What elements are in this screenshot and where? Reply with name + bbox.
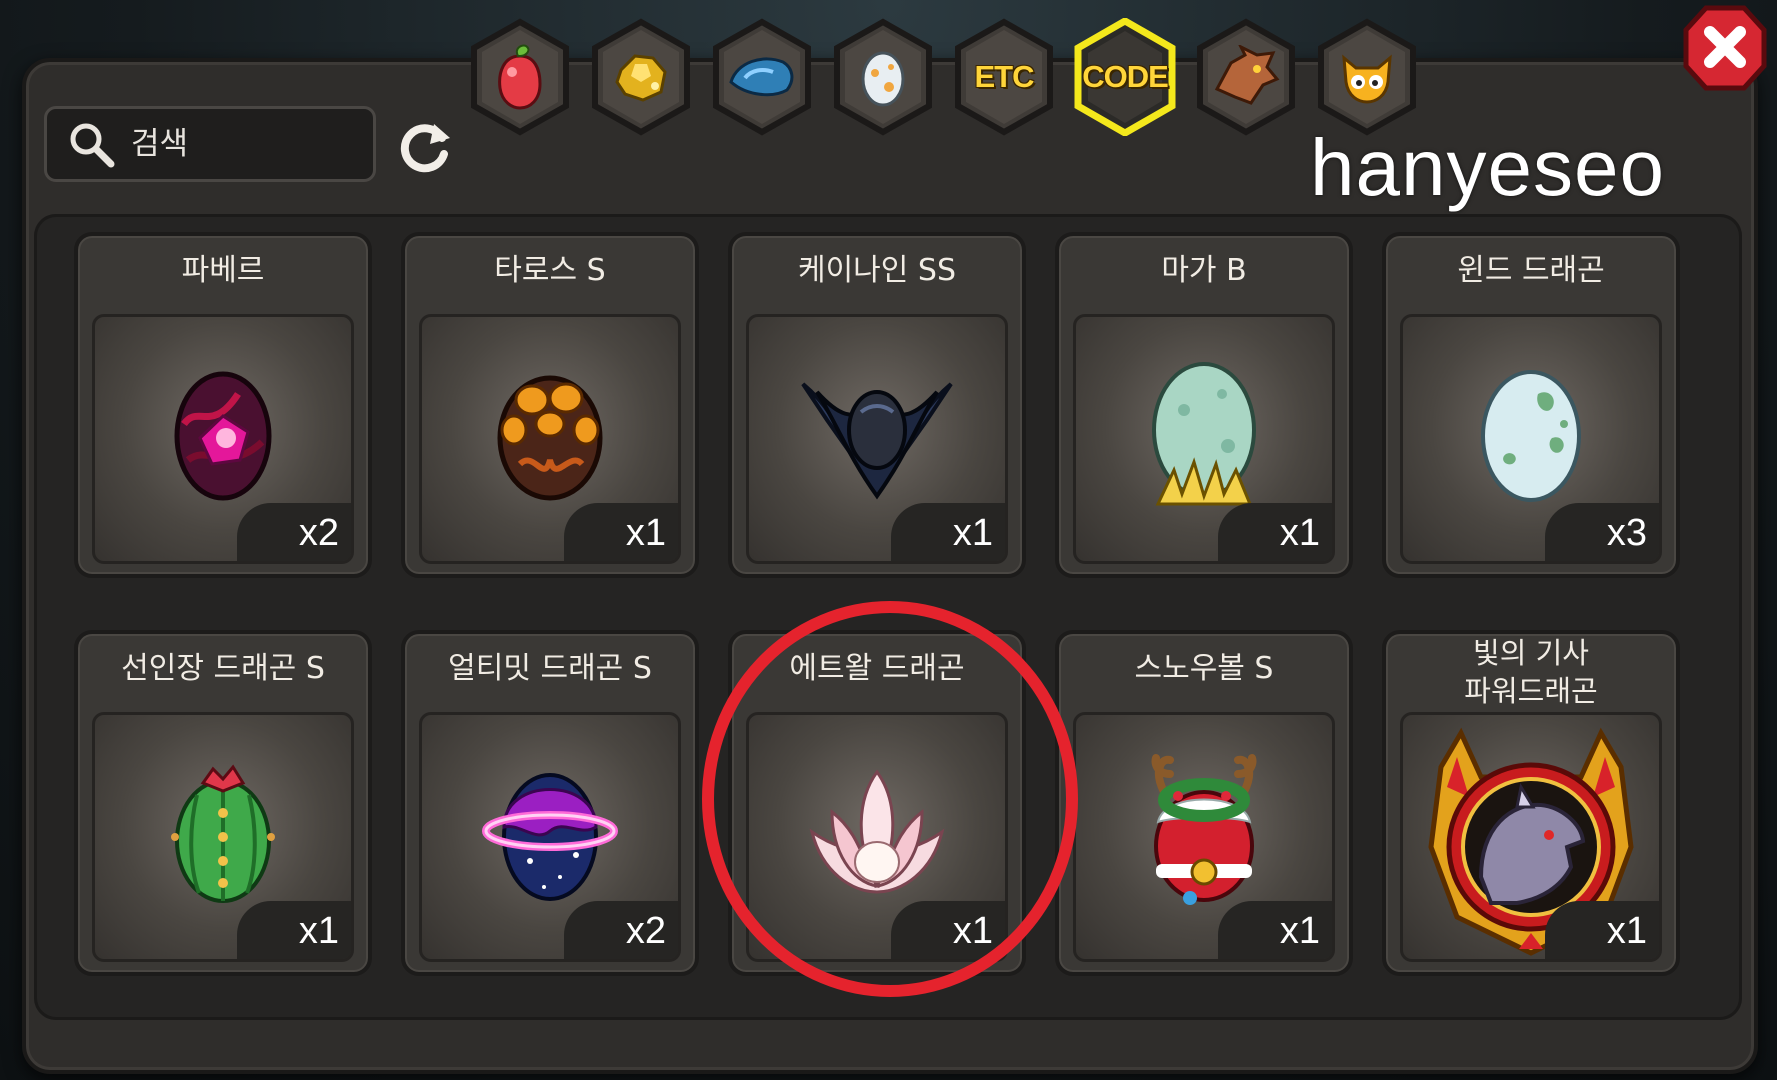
egg-icon bbox=[861, 51, 905, 107]
item-card[interactable]: 선인장 드래곤 S x1 bbox=[74, 630, 372, 976]
item-quantity: x1 bbox=[1545, 901, 1659, 959]
mascot-icon bbox=[1342, 54, 1392, 104]
item-quantity: x1 bbox=[564, 503, 678, 561]
item-card[interactable]: 윈드 드래곤 x3 bbox=[1382, 232, 1680, 578]
tab-code[interactable]: CODE bbox=[1073, 18, 1177, 136]
item-quantity: x2 bbox=[237, 503, 351, 561]
tab-code-label: CODE bbox=[1082, 59, 1169, 94]
tab-scale[interactable] bbox=[710, 18, 814, 136]
item-name: 타로스 S bbox=[494, 253, 606, 288]
close-button[interactable] bbox=[1682, 4, 1768, 92]
item-card[interactable]: 마가 B x1 bbox=[1055, 232, 1353, 578]
search-input[interactable] bbox=[129, 125, 353, 163]
item-quantity: x1 bbox=[891, 901, 1005, 959]
tab-etc-label: ETC bbox=[974, 59, 1035, 94]
item-quantity: x1 bbox=[1218, 901, 1332, 959]
close-icon bbox=[1683, 5, 1767, 91]
dragon-head-icon bbox=[1214, 45, 1280, 105]
gold-ore-icon bbox=[615, 54, 667, 102]
item-card[interactable]: 파베르 x2 bbox=[74, 232, 372, 578]
search-box bbox=[44, 106, 376, 182]
tab-dragon[interactable] bbox=[1194, 18, 1298, 136]
search-icon bbox=[70, 123, 115, 168]
item-name: 빛의 기사 파워드래곤 bbox=[1386, 634, 1676, 710]
item-name: 스노우볼 S bbox=[1134, 651, 1274, 686]
dark-pink-egg-icon bbox=[174, 371, 272, 501]
category-tabs: ETC CODE bbox=[468, 18, 1419, 148]
item-card[interactable]: 빛의 기사 파워드래곤 x1 bbox=[1382, 630, 1680, 976]
tab-egg[interactable] bbox=[831, 18, 935, 136]
item-name-line: 빛의 기사 bbox=[1473, 636, 1589, 670]
item-image-frame: x1 bbox=[419, 314, 681, 564]
dragon-scale-icon bbox=[729, 57, 794, 97]
item-name-line: 파워드래곤 bbox=[1464, 674, 1598, 708]
refresh-icon bbox=[400, 124, 450, 173]
item-image-frame: x1 bbox=[92, 712, 354, 962]
item-card[interactable]: 스노우볼 S x1 bbox=[1055, 630, 1353, 976]
refresh-button[interactable] bbox=[394, 116, 456, 178]
lotus-egg-icon bbox=[809, 769, 945, 894]
item-quantity: x3 bbox=[1545, 503, 1659, 561]
dark-winged-egg-icon bbox=[801, 382, 953, 500]
item-name: 선인장 드래곤 S bbox=[121, 651, 325, 686]
cactus-egg-icon bbox=[171, 764, 275, 904]
fruit-icon bbox=[498, 44, 542, 110]
item-name: 윈드 드래곤 bbox=[1457, 253, 1605, 288]
item-image-frame: x1 bbox=[1073, 314, 1335, 564]
item-image-frame: x1 bbox=[746, 712, 1008, 962]
item-image-frame: x2 bbox=[419, 712, 681, 962]
watermark-text: hanyeseo bbox=[1310, 123, 1665, 212]
item-name: 얼티밋 드래곤 S bbox=[448, 651, 652, 686]
item-quantity: x2 bbox=[564, 901, 678, 959]
item-name: 마가 B bbox=[1161, 253, 1247, 288]
item-image-frame: x1 bbox=[746, 314, 1008, 564]
item-image-frame: x2 bbox=[92, 314, 354, 564]
mint-egg-with-grass-icon bbox=[1152, 362, 1256, 506]
tab-fruit[interactable] bbox=[468, 18, 572, 136]
item-quantity: x1 bbox=[237, 901, 351, 959]
tab-gold[interactable] bbox=[589, 18, 693, 136]
item-name: 파베르 bbox=[181, 253, 265, 288]
planet-ring-egg-icon bbox=[482, 773, 618, 902]
item-quantity: x1 bbox=[1218, 503, 1332, 561]
item-card[interactable]: 얼티밋 드래곤 S x2 bbox=[401, 630, 699, 976]
item-image-frame: x1 bbox=[1073, 712, 1335, 962]
orange-spotted-egg-icon bbox=[497, 375, 603, 501]
item-image-frame: x3 bbox=[1400, 314, 1662, 564]
item-card[interactable]: 에트왈 드래곤 x1 bbox=[728, 630, 1026, 976]
item-image-frame: x1 bbox=[1400, 712, 1662, 962]
pale-green-spotted-egg-icon bbox=[1481, 370, 1581, 503]
item-name: 에트왈 드래곤 bbox=[789, 651, 965, 686]
item-quantity: x1 bbox=[891, 503, 1005, 561]
item-card[interactable]: 타로스 S x1 bbox=[401, 232, 699, 578]
item-card[interactable]: 케이나인 SS x1 bbox=[728, 232, 1026, 578]
snowball-reindeer-egg-icon bbox=[1151, 754, 1257, 906]
tab-mascot[interactable] bbox=[1315, 18, 1419, 136]
item-name: 케이나인 SS bbox=[797, 253, 957, 288]
tab-etc[interactable]: ETC bbox=[952, 18, 1056, 136]
